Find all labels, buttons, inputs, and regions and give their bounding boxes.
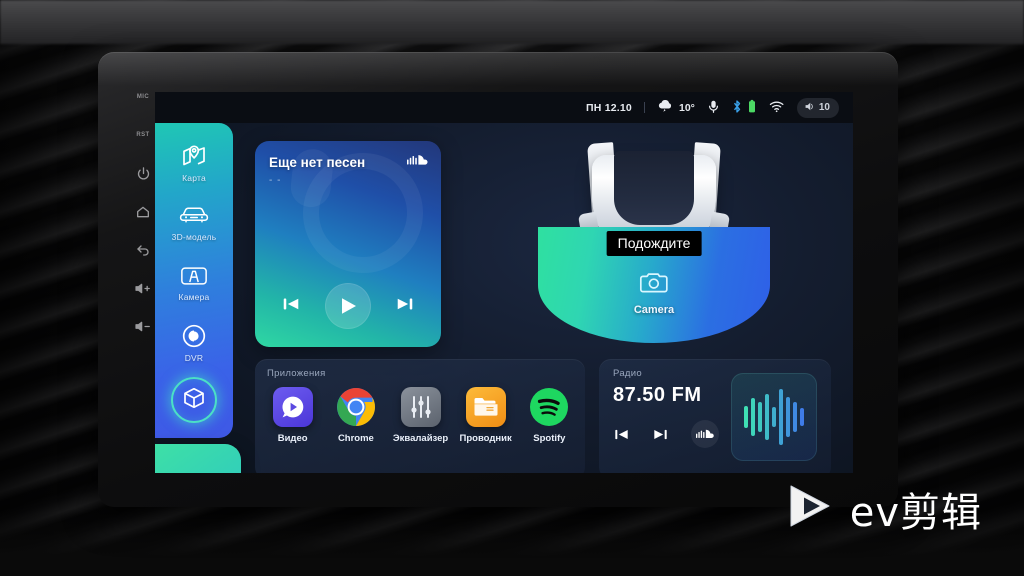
- apps-card-header: Приложения: [267, 368, 326, 379]
- map-pin-icon: [181, 143, 207, 169]
- waveform-bar: [744, 406, 748, 428]
- waveform-bar: [751, 398, 755, 436]
- cube-icon: [182, 386, 206, 415]
- wait-tooltip: Подождите: [606, 231, 702, 256]
- camera-icon: [639, 271, 669, 300]
- volume-indicator[interactable]: 10: [796, 97, 839, 118]
- power-button[interactable]: [128, 155, 158, 193]
- video-player-icon: [272, 387, 313, 427]
- volume-up-button[interactable]: [128, 269, 158, 307]
- wifi-icon[interactable]: [769, 100, 785, 116]
- equalizer-icon: [400, 387, 441, 427]
- radio-next-button[interactable]: [652, 426, 669, 443]
- chrome-icon: [336, 387, 376, 427]
- home-button[interactable]: [128, 193, 158, 231]
- play-triangle-icon: [782, 479, 836, 538]
- reset-button[interactable]: RST: [128, 116, 158, 154]
- head-unit-gloss: [98, 52, 898, 86]
- waveform-bar: [758, 402, 762, 432]
- bluetooth-battery-group: [732, 99, 757, 117]
- mic-indicator: MIC: [128, 78, 158, 116]
- file-manager-icon: [465, 387, 506, 427]
- reset-button-label: RST: [136, 132, 150, 139]
- navigation-shortcut-panel[interactable]: [155, 444, 241, 473]
- sidebar-item-camera[interactable]: Камера: [155, 253, 233, 313]
- bluetooth-icon[interactable]: [732, 99, 742, 117]
- volume-down-button[interactable]: [128, 308, 158, 346]
- radio-card: Радио 87.50 FM: [599, 359, 831, 473]
- dvr-recorder-icon: [181, 323, 207, 349]
- waveform-bar: [793, 402, 797, 432]
- navigation-arrow-icon: [181, 471, 215, 474]
- camera-360-view[interactable]: Camera Подождите: [455, 123, 853, 375]
- status-date: ПН 12.10: [586, 101, 632, 114]
- status-divider: [643, 102, 645, 113]
- dashboard-top-trim: [0, 0, 1024, 44]
- weather-group: 10°: [657, 99, 695, 116]
- status-temperature: 10°: [678, 101, 695, 114]
- music-controls: [255, 283, 441, 329]
- ev-editor-watermark: ev剪辑: [782, 479, 982, 538]
- waveform-bar: [786, 397, 790, 437]
- camera-view-icon: [180, 264, 208, 288]
- music-player-card[interactable]: Еще нет песен - -: [255, 141, 441, 347]
- app-item-file-manager[interactable]: Проводник: [460, 387, 512, 444]
- cloud-rain-icon: [657, 99, 674, 116]
- app-item-spotify-label: Spotify: [533, 433, 566, 444]
- camera-shortcut-label: Camera: [633, 304, 675, 316]
- music-next-button[interactable]: [395, 294, 415, 319]
- volume-level-value: 10: [818, 102, 830, 113]
- sidebar-item-3d-model[interactable]: 3D-модель: [155, 193, 233, 253]
- screenshot-stage: MIC RST ПН 12.10 10° 10 Карта 3D-модель …: [0, 0, 1024, 576]
- app-item-video-label: Видео: [277, 433, 308, 444]
- spotify-icon: [529, 387, 569, 427]
- app-item-chrome[interactable]: Chrome: [330, 387, 381, 444]
- waveform-bar: [779, 389, 783, 445]
- waveform-bar: [765, 394, 769, 440]
- car-front-icon: [179, 204, 209, 228]
- watermark-text: ev剪辑: [849, 489, 982, 536]
- mic-indicator-label: MIC: [136, 94, 150, 101]
- infotainment-screen: ПН 12.10 10° 10 Карта 3D-модель Камера D…: [155, 92, 853, 473]
- screen-content: Еще нет песен - - Camera Подождите Прило…: [233, 123, 853, 473]
- audio-waveform-icon[interactable]: [731, 373, 817, 461]
- music-previous-button[interactable]: [281, 294, 301, 319]
- waveform-bar: [800, 408, 804, 426]
- sidebar-item-camera-label: Камера: [178, 292, 210, 302]
- app-item-equalizer[interactable]: Эквалайзер: [392, 387, 449, 444]
- app-item-chrome-label: Chrome: [337, 433, 374, 444]
- sidebar-item-map[interactable]: Карта: [155, 133, 233, 193]
- soundcloud-icon[interactable]: [407, 153, 429, 172]
- app-item-equalizer-label: Эквалайзер: [392, 433, 449, 444]
- sidebar-item-dvr[interactable]: DVR: [155, 313, 233, 373]
- radio-soundcloud-icon[interactable]: [691, 420, 719, 448]
- music-play-button[interactable]: [325, 283, 371, 329]
- apps-row: Видео Chrome Эквалайзер Проводник Spotif…: [267, 387, 575, 444]
- waveform-bar: [772, 407, 776, 427]
- sidebar: Карта 3D-модель Камера DVR: [155, 123, 233, 438]
- camera-shortcut[interactable]: Camera: [634, 271, 674, 316]
- sidebar-item-dvr-label: DVR: [184, 353, 204, 363]
- sidebar-item-map-label: Карта: [182, 173, 206, 183]
- microphone-icon[interactable]: [707, 99, 720, 117]
- speaker-icon: [804, 101, 815, 115]
- app-item-video[interactable]: Видео: [267, 387, 318, 444]
- car-windshield: [614, 151, 694, 225]
- radio-previous-button[interactable]: [613, 426, 630, 443]
- battery-icon: [747, 99, 757, 117]
- app-item-spotify[interactable]: Spotify: [524, 387, 575, 444]
- status-bar: ПН 12.10 10° 10: [155, 92, 853, 123]
- music-track-title: Еще нет песен: [269, 155, 366, 170]
- sidebar-item-apps-active[interactable]: [171, 377, 217, 423]
- app-item-file-manager-label: Проводник: [459, 433, 512, 444]
- apps-card: Приложения Видео Chrome Эквалайзер Прово…: [255, 359, 585, 473]
- back-button[interactable]: [128, 231, 158, 269]
- music-track-subtitle: - -: [269, 175, 282, 186]
- sidebar-item-3d-model-label: 3D-модель: [171, 232, 217, 242]
